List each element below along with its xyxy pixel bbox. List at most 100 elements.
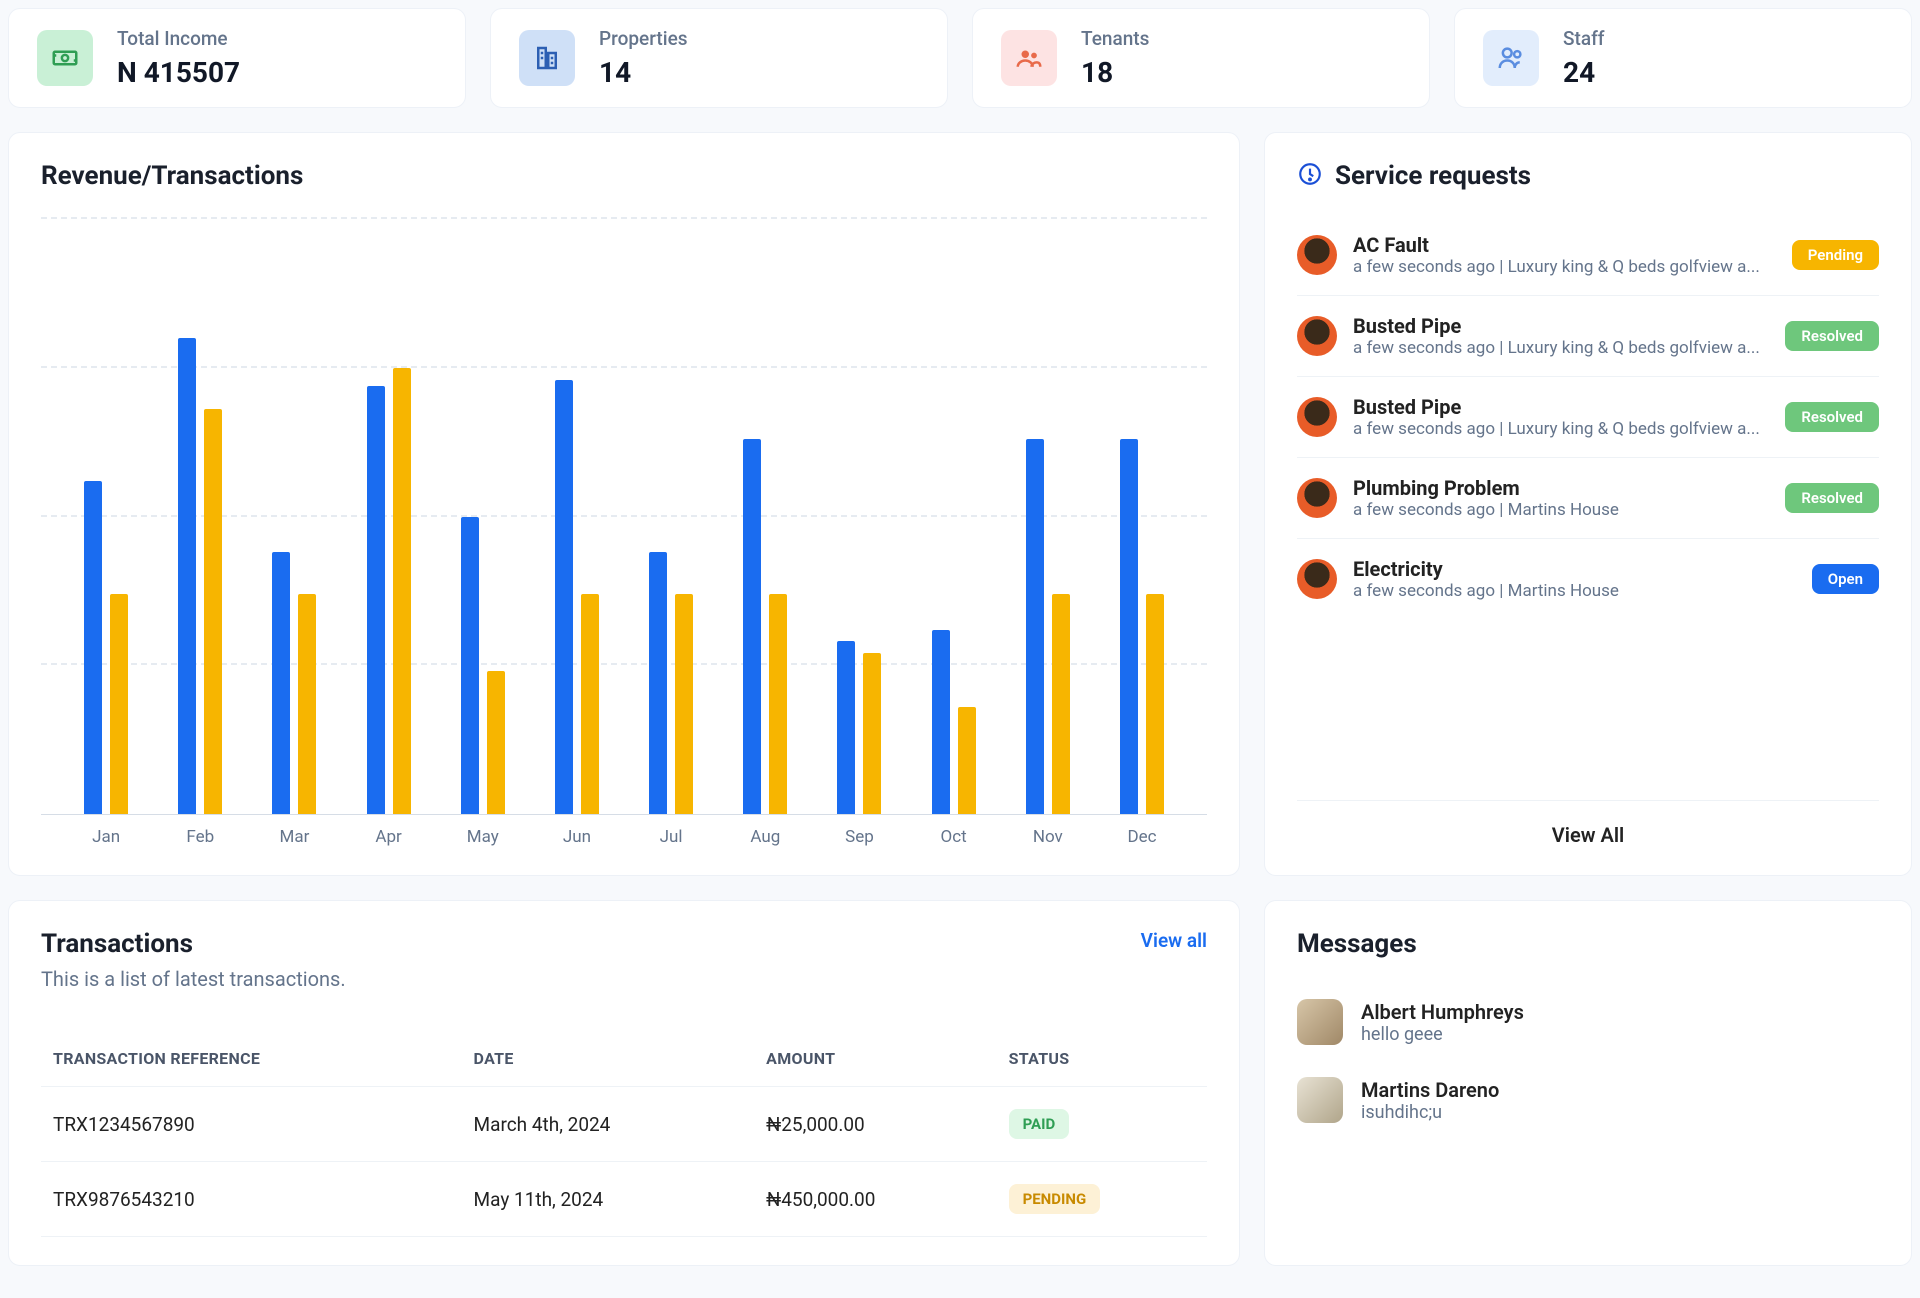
service-request-item[interactable]: Plumbing Problema few seconds ago | Mart… <box>1297 458 1879 539</box>
x-axis-label: Oct <box>907 827 1001 847</box>
avatar <box>1297 316 1337 356</box>
table-row[interactable]: TRX9876543210May 11th, 2024₦450,000.00PE… <box>41 1162 1207 1237</box>
x-axis-label: Dec <box>1095 827 1189 847</box>
service-request-item[interactable]: AC Faulta few seconds ago | Luxury king … <box>1297 215 1879 296</box>
group-icon <box>1001 30 1057 86</box>
service-requests-title: Service requests <box>1335 161 1531 191</box>
bar[interactable] <box>743 439 761 814</box>
bar[interactable] <box>1146 594 1164 814</box>
message-item[interactable]: Albert Humphreyshello geee <box>1297 983 1879 1061</box>
transactions-subtitle: This is a list of latest transactions. <box>41 967 346 991</box>
status-badge: Resolved <box>1785 402 1879 432</box>
bar[interactable] <box>110 594 128 814</box>
bar[interactable] <box>932 630 950 814</box>
message-preview: isuhdihc;u <box>1361 1102 1499 1123</box>
bar[interactable] <box>1026 439 1044 814</box>
bar[interactable] <box>178 338 196 814</box>
chart-title: Revenue/Transactions <box>41 161 1207 191</box>
stat-label: Tenants <box>1081 27 1149 50</box>
service-request-item[interactable]: Busted Pipea few seconds ago | Luxury ki… <box>1297 296 1879 377</box>
stat-value: 14 <box>599 56 688 89</box>
bar[interactable] <box>958 707 976 814</box>
tx-amount: ₦450,000.00 <box>754 1162 996 1237</box>
bar[interactable] <box>84 481 102 814</box>
revenue-chart-card: Revenue/Transactions JanFebMarAprMayJunJ… <box>8 132 1240 876</box>
x-axis-label: Aug <box>718 827 812 847</box>
bar[interactable] <box>581 594 599 814</box>
chart-area: JanFebMarAprMayJunJulAugSepOctNovDec <box>41 219 1207 847</box>
table-header: STATUS <box>997 1031 1207 1087</box>
stat-label: Total Income <box>117 27 240 50</box>
x-axis-label: Jul <box>624 827 718 847</box>
avatar <box>1297 235 1337 275</box>
bar[interactable] <box>461 517 479 815</box>
service-request-item[interactable]: Busted Pipea few seconds ago | Luxury ki… <box>1297 377 1879 458</box>
table-header: TRANSACTION REFERENCE <box>41 1031 462 1087</box>
service-request-item[interactable]: Electricitya few seconds ago | Martins H… <box>1297 539 1879 619</box>
bar-group <box>1001 219 1095 814</box>
service-request-meta: a few seconds ago | Luxury king & Q beds… <box>1353 338 1769 358</box>
stat-card[interactable]: Total Income N 415507 <box>8 8 466 108</box>
table-header: DATE <box>462 1031 755 1087</box>
bar[interactable] <box>1120 439 1138 814</box>
x-axis-label: Sep <box>812 827 906 847</box>
stat-card[interactable]: Properties14 <box>490 8 948 108</box>
bar[interactable] <box>555 380 573 814</box>
avatar <box>1297 478 1337 518</box>
bar[interactable] <box>367 386 385 814</box>
bar[interactable] <box>649 552 667 814</box>
bar-group <box>247 219 341 814</box>
stat-card[interactable]: Tenants 18 <box>972 8 1430 108</box>
bar[interactable] <box>837 641 855 814</box>
service-request-meta: a few seconds ago | Luxury king & Q beds… <box>1353 257 1776 277</box>
bar[interactable] <box>863 653 881 814</box>
message-item[interactable]: Martins Darenoisuhdihc;u <box>1297 1061 1879 1139</box>
transactions-card: Transactions This is a list of latest tr… <box>8 900 1240 1266</box>
stat-card[interactable]: Staff24 <box>1454 8 1912 108</box>
table-row[interactable]: TRX1234567890March 4th, 2024₦25,000.00PA… <box>41 1087 1207 1162</box>
message-sender: Albert Humphreys <box>1361 1000 1524 1024</box>
bar[interactable] <box>272 552 290 814</box>
bar-group <box>59 219 153 814</box>
bar-group <box>436 219 530 814</box>
bar[interactable] <box>675 594 693 814</box>
stat-value: 18 <box>1081 56 1149 89</box>
service-requests-view-all[interactable]: View All <box>1297 800 1879 847</box>
x-axis-label: May <box>436 827 530 847</box>
message-preview: hello geee <box>1361 1024 1524 1045</box>
bar[interactable] <box>204 409 222 814</box>
avatar <box>1297 1077 1343 1123</box>
avatar <box>1297 999 1343 1045</box>
bar[interactable] <box>487 671 505 814</box>
transactions-view-all[interactable]: View all <box>1141 929 1207 952</box>
status-badge: Pending <box>1792 240 1879 270</box>
x-axis-label: Nov <box>1001 827 1095 847</box>
service-request-title: Electricity <box>1353 557 1796 581</box>
transactions-table: TRANSACTION REFERENCEDATEAMOUNTSTATUS TR… <box>41 1031 1207 1237</box>
tx-status: PAID <box>997 1087 1207 1162</box>
bar-group <box>907 219 1001 814</box>
bar-group <box>812 219 906 814</box>
tx-status: PENDING <box>997 1162 1207 1237</box>
avatar <box>1297 397 1337 437</box>
service-request-meta: a few seconds ago | Luxury king & Q beds… <box>1353 419 1769 439</box>
stat-label: Staff <box>1563 27 1605 50</box>
stat-value: N 415507 <box>117 56 240 89</box>
table-header: AMOUNT <box>754 1031 996 1087</box>
tx-date: May 11th, 2024 <box>462 1162 755 1237</box>
avatar <box>1297 559 1337 599</box>
bar[interactable] <box>393 368 411 814</box>
x-axis-label: Feb <box>153 827 247 847</box>
service-request-title: Busted Pipe <box>1353 395 1769 419</box>
messages-title: Messages <box>1297 929 1879 959</box>
bar[interactable] <box>769 594 787 814</box>
bar-group <box>624 219 718 814</box>
bar-group <box>342 219 436 814</box>
x-axis-label: Apr <box>342 827 436 847</box>
status-badge: Resolved <box>1785 321 1879 351</box>
person-icon <box>1483 30 1539 86</box>
bar[interactable] <box>1052 594 1070 814</box>
bar[interactable] <box>298 594 316 814</box>
alert-clock-icon <box>1297 161 1323 191</box>
service-request-meta: a few seconds ago | Martins House <box>1353 500 1769 520</box>
